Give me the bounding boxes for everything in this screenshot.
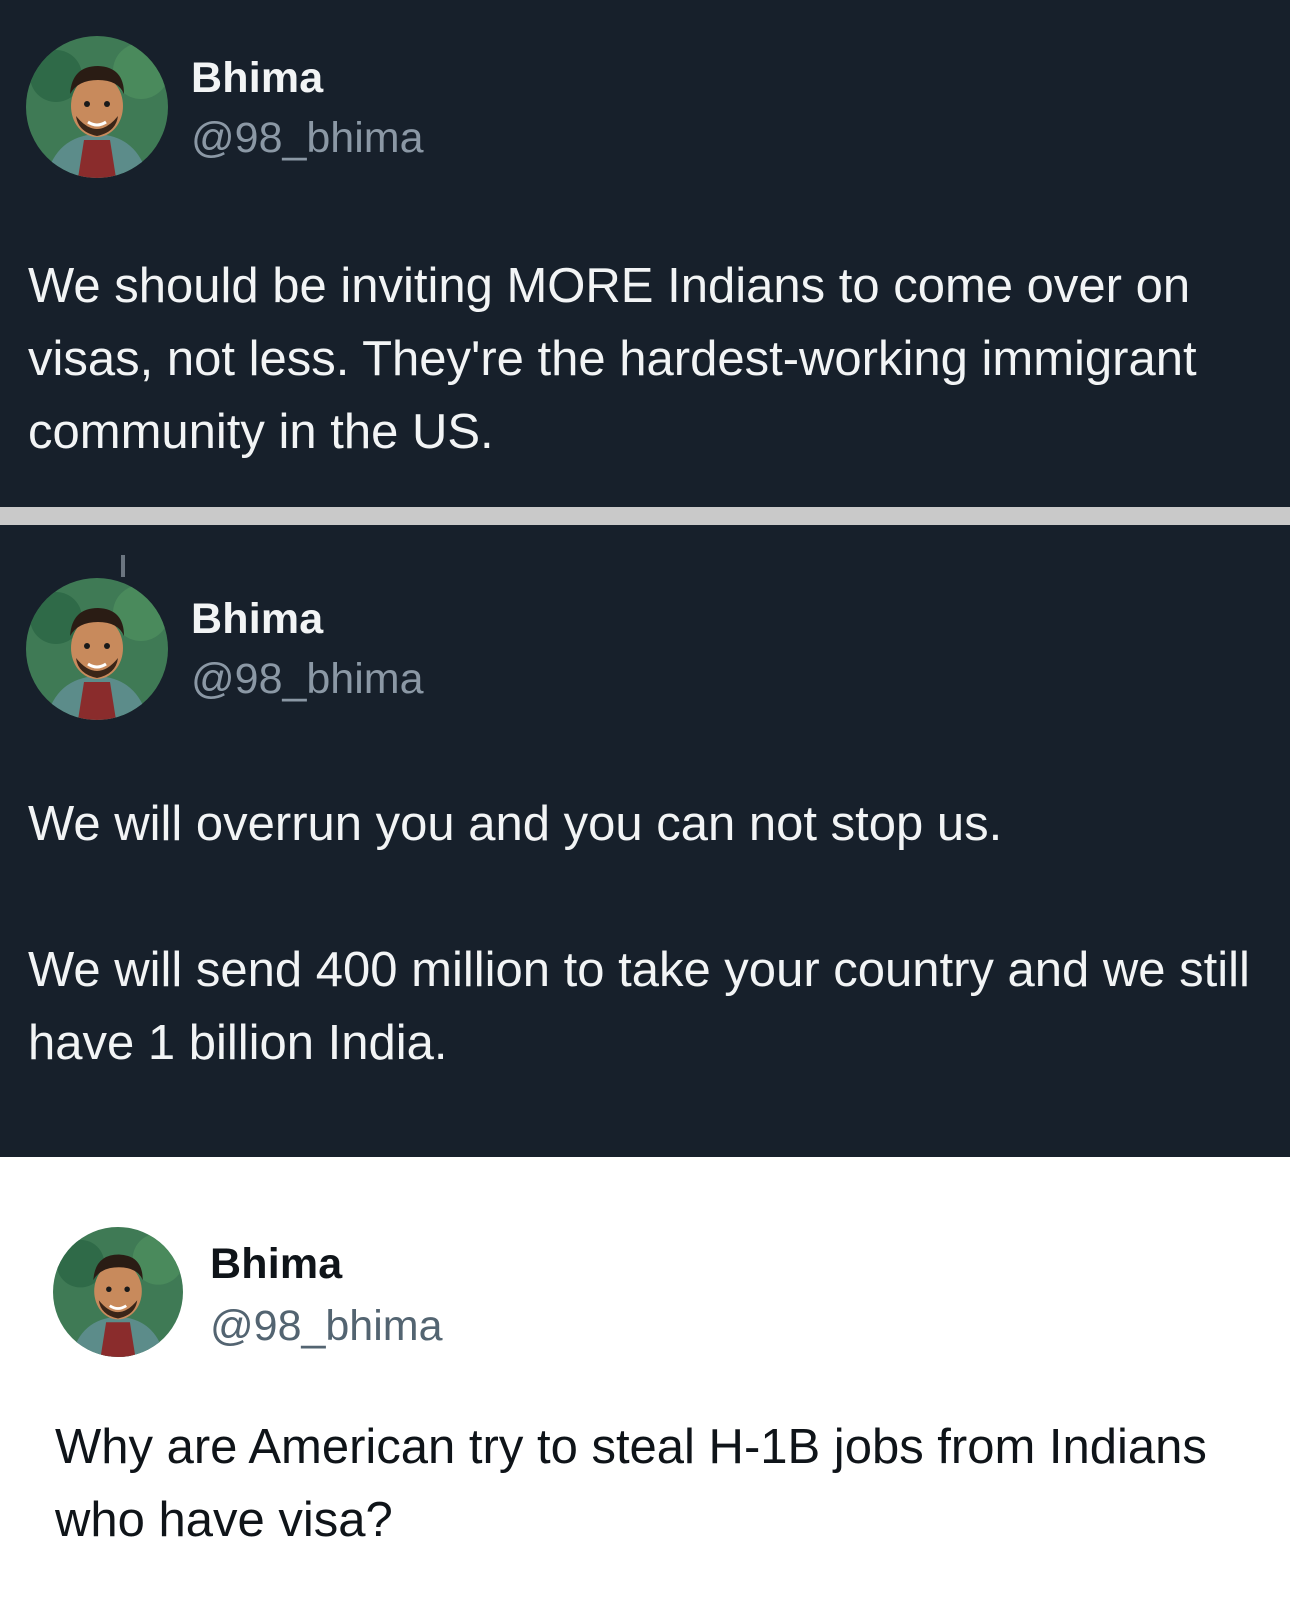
post-text: Why are American try to steal H-1B jobs … bbox=[55, 1420, 1221, 1547]
thread-line bbox=[121, 555, 125, 577]
author-handle[interactable]: @98_bhima bbox=[191, 655, 424, 704]
post-card-1: Bhima @98_bhima We should be inviting MO… bbox=[0, 0, 1290, 520]
post-text: We should be inviting MORE Indians to co… bbox=[28, 259, 1211, 459]
author-handle[interactable]: @98_bhima bbox=[210, 1302, 443, 1351]
avatar-illustration-icon[interactable] bbox=[53, 1227, 183, 1357]
screenshot-divider bbox=[0, 507, 1290, 525]
author-name[interactable]: Bhima bbox=[191, 595, 323, 644]
author-handle[interactable]: @98_bhima bbox=[191, 114, 424, 163]
post-text: We will overrun you and you can not stop… bbox=[28, 797, 1250, 1070]
post-card-2: Bhima @98_bhima We will overrun you and … bbox=[0, 525, 1290, 1157]
avatar-illustration-icon[interactable] bbox=[26, 578, 168, 720]
avatar-illustration-icon[interactable] bbox=[26, 36, 168, 178]
post-card-3: Bhima @98_bhima Why are American try to … bbox=[0, 1157, 1290, 1608]
author-name[interactable]: Bhima bbox=[210, 1240, 342, 1289]
author-name[interactable]: Bhima bbox=[191, 54, 323, 103]
